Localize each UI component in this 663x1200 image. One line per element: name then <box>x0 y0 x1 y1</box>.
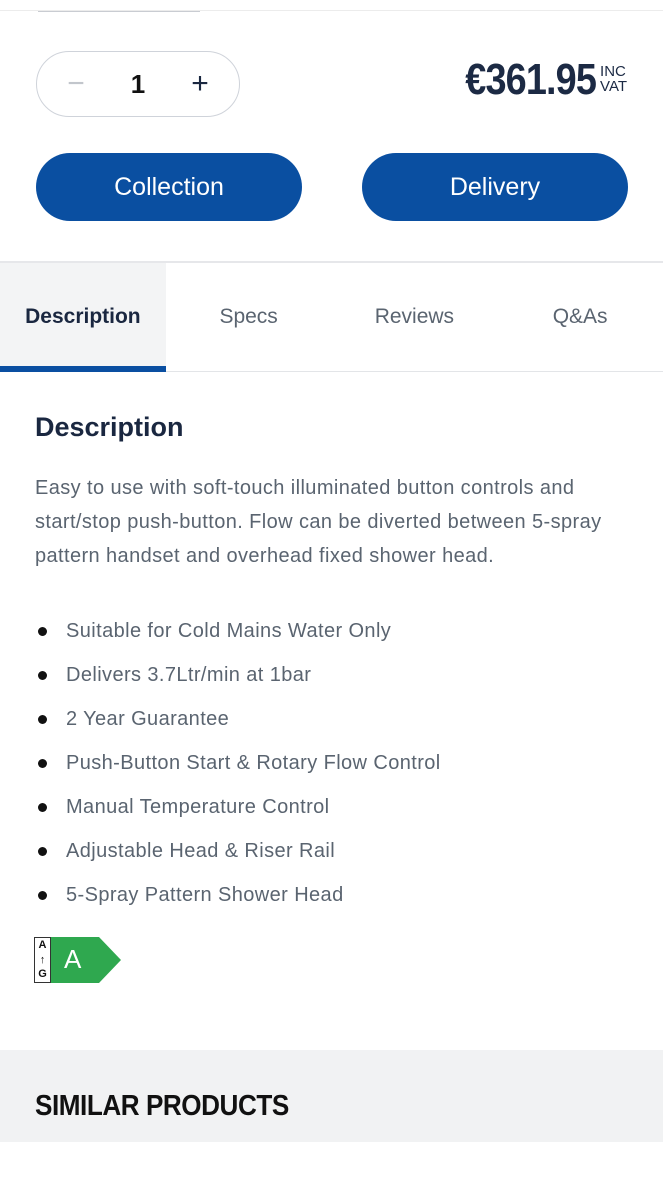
price-amount: €361.95 <box>465 55 597 104</box>
decrease-quantity-button[interactable]: − <box>61 69 91 99</box>
description-heading: Description <box>35 412 184 442</box>
feature-item: 5-Spray Pattern Shower Head <box>35 873 633 917</box>
increase-quantity-button[interactable]: + <box>185 69 215 99</box>
tab-description[interactable]: Description <box>0 263 166 372</box>
price-block: €361.95 INC VAT <box>444 58 627 102</box>
energy-scale-top: A <box>38 939 47 951</box>
tab-qas[interactable]: Q&As <box>497 263 663 371</box>
energy-scale-arrow-icon: ↑ <box>39 953 46 966</box>
description-section: Description Easy to use with soft-touch … <box>35 412 633 917</box>
tab-reviews[interactable]: Reviews <box>332 263 498 371</box>
energy-arrow-icon <box>51 937 121 983</box>
description-text: Easy to use with soft-touch illuminated … <box>35 477 602 567</box>
quantity-stepper[interactable]: − 1 + <box>36 51 240 117</box>
collection-button[interactable]: Collection <box>36 153 302 221</box>
feature-item: Suitable for Cold Mains Water Only <box>35 609 633 653</box>
similar-products-heading: SIMILAR PRODUCTS <box>35 1090 289 1122</box>
feature-item: Adjustable Head & Riser Rail <box>35 829 633 873</box>
energy-scale: A ↑ G <box>34 937 51 983</box>
feature-item: Manual Temperature Control <box>35 785 633 829</box>
quantity-value: 1 <box>130 68 146 99</box>
energy-grade: A <box>64 944 82 974</box>
delivery-button[interactable]: Delivery <box>362 153 628 221</box>
energy-scale-bottom: G <box>38 968 47 980</box>
divider <box>0 10 663 11</box>
feature-list: Suitable for Cold Mains Water Only Deliv… <box>35 609 633 917</box>
similar-products-section: SIMILAR PRODUCTS <box>0 1050 663 1142</box>
feature-item: 2 Year Guarantee <box>35 697 633 741</box>
product-tabs: Description Specs Reviews Q&As <box>0 263 663 372</box>
vat-label-line2: VAT <box>600 78 627 95</box>
energy-rating-badge[interactable]: A ↑ G A <box>34 937 124 983</box>
tab-specs[interactable]: Specs <box>166 263 332 371</box>
feature-item: Push-Button Start & Rotary Flow Control <box>35 741 633 785</box>
feature-item: Delivers 3.7Ltr/min at 1bar <box>35 653 633 697</box>
vat-label: INC VAT <box>600 64 627 94</box>
